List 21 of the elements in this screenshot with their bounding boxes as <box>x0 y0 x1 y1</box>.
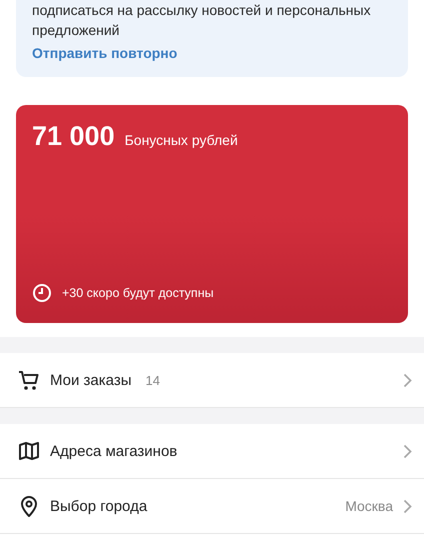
resend-link[interactable]: Отправить повторно <box>32 45 178 61</box>
city-value: Москва <box>345 498 393 514</box>
menu-item[interactable]: Адреса магазинов <box>0 424 424 479</box>
bonus-card[interactable]: 71 000 Бонусных рублей +30 скоро будут доступны <box>16 105 408 323</box>
map-icon <box>18 441 40 461</box>
pending-bonus-text: +30 скоро будут доступны <box>62 286 214 300</box>
order-count: 14 <box>146 372 160 388</box>
menu-label: Выбор города <box>50 498 148 514</box>
cart-icon <box>18 369 40 391</box>
clock-icon <box>32 283 52 303</box>
chevron-icon <box>403 444 412 458</box>
notice-text: подписаться на рассылку новостей и персональных <box>32 1 372 20</box>
notice-text: предложений <box>32 21 120 40</box>
menu-item[interactable]: Выбор города Москва <box>0 479 424 534</box>
bonus-label: Бонусных рублей <box>124 132 238 148</box>
chevron-icon <box>403 498 412 514</box>
location-pin-icon <box>18 495 40 517</box>
bonus-amount: 71 000 <box>32 121 115 152</box>
chevron-icon <box>403 372 412 388</box>
menu-label: Мои заказы <box>50 372 132 388</box>
menu-label: Адреса магазинов <box>50 442 178 460</box>
